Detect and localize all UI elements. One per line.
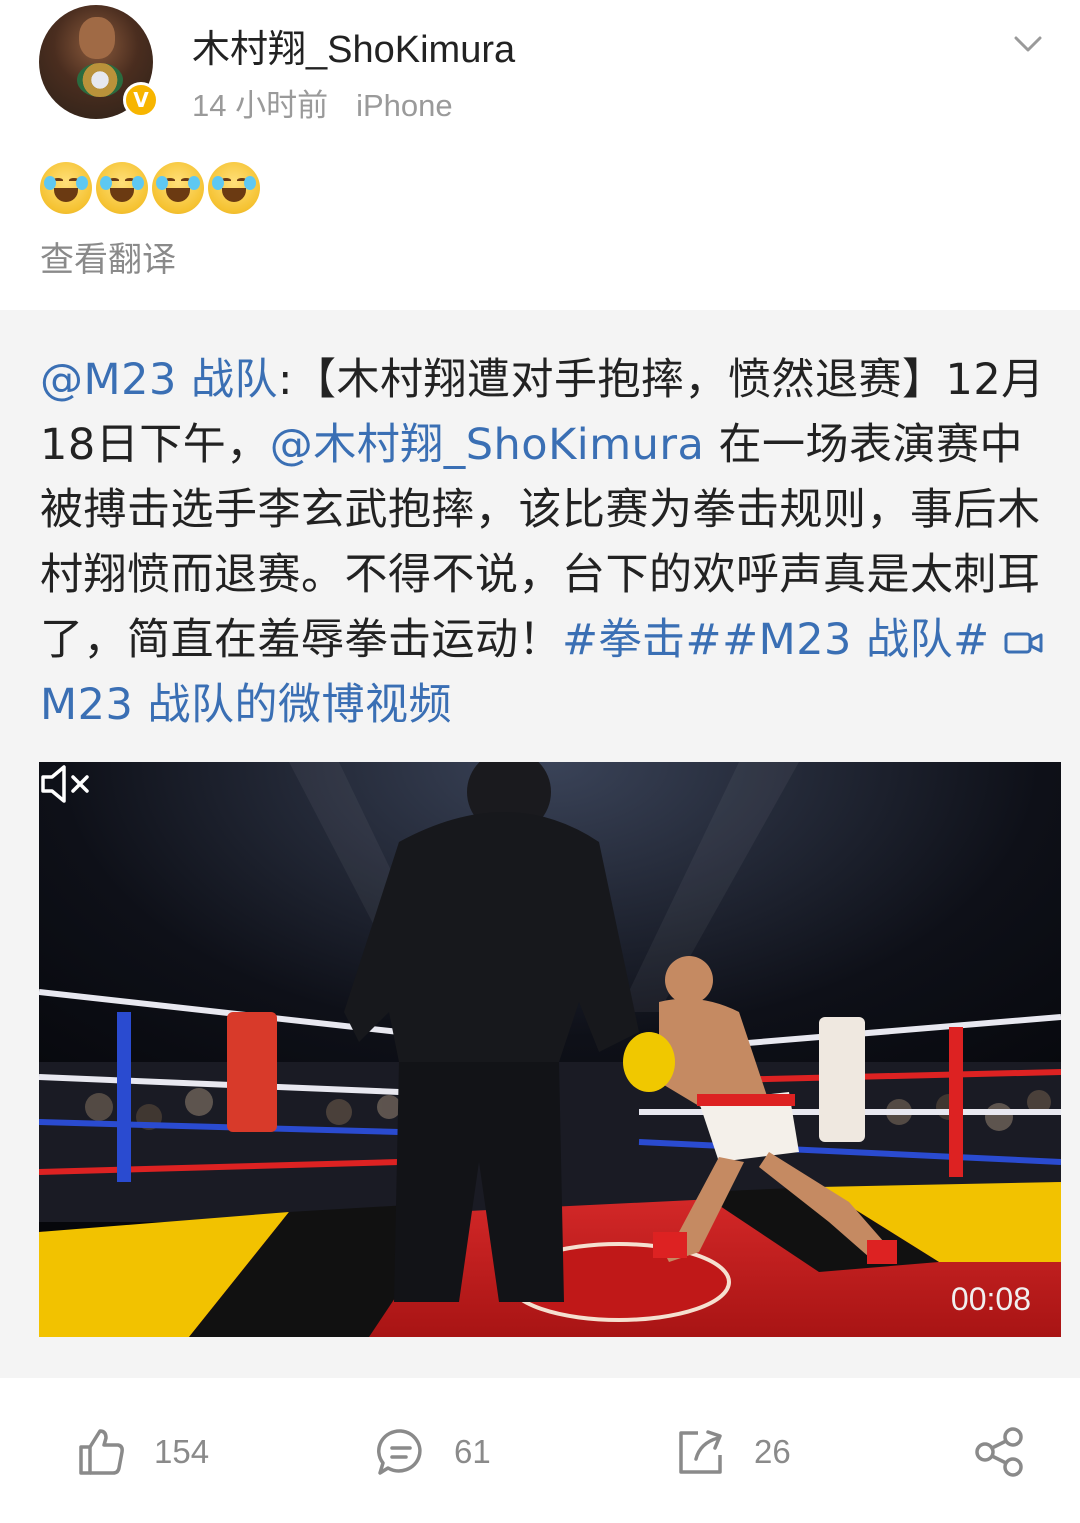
laugh-cry-emoji [208, 162, 260, 214]
post-meta: 14 小时前 iPhone [192, 80, 453, 125]
laugh-cry-emoji [40, 162, 92, 214]
repost-count: 26 [754, 1433, 791, 1470]
video-link-label: M23 战队的微博视频 [40, 680, 452, 730]
post-time: 14 小时前 [192, 88, 329, 123]
video-duration: 00:08 [950, 1281, 1031, 1317]
video-frame [39, 762, 1061, 1337]
share-button[interactable] [973, 1424, 1025, 1480]
comment-icon [377, 1429, 422, 1475]
video-camera-icon [1004, 632, 1043, 654]
username[interactable]: 木村翔_ShoKimura [192, 18, 515, 73]
hashtag-m23[interactable]: #M23 战队# [722, 615, 990, 665]
chevron-down-icon[interactable] [1010, 28, 1046, 58]
thumbs-up-icon [79, 1429, 124, 1475]
comment-count: 61 [454, 1433, 491, 1470]
repost-text: @M23 战队:【木村翔遭对手抱摔，愤然退赛】12月18日下午，@木村翔_Sho… [40, 348, 1050, 738]
laugh-cry-emoji [96, 162, 148, 214]
mention-user[interactable]: @木村翔_ShoKimura [270, 420, 705, 470]
post-device: iPhone [356, 88, 453, 123]
share-arrow-icon [679, 1430, 722, 1474]
video-player[interactable]: 00:08 [39, 762, 1061, 1337]
share-nodes-icon [975, 1427, 1023, 1477]
verified-badge-icon: V [123, 82, 159, 118]
post-emoji-row [40, 162, 260, 214]
like-button[interactable]: 154 [76, 1424, 209, 1480]
repost-card[interactable]: @M23 战队:【木村翔遭对手抱摔，愤然退赛】12月18日下午，@木村翔_Sho… [0, 310, 1080, 1378]
comment-button[interactable]: 61 [376, 1424, 491, 1480]
post-header: V 木村翔_ShoKimura 14 小时前 iPhone [0, 0, 1080, 135]
mute-icon[interactable] [39, 762, 95, 806]
action-bar: 154 61 26 [0, 1378, 1080, 1523]
repost-button[interactable]: 26 [676, 1424, 791, 1480]
avatar-face [79, 17, 115, 59]
avatar-belt [77, 63, 123, 97]
hashtag-boxing[interactable]: #拳击# [562, 615, 722, 665]
translate-link[interactable]: 查看翻译 [40, 232, 176, 281]
laugh-cry-emoji [152, 162, 204, 214]
mention-source[interactable]: @M23 战队 [40, 355, 278, 405]
like-count: 154 [154, 1433, 210, 1470]
